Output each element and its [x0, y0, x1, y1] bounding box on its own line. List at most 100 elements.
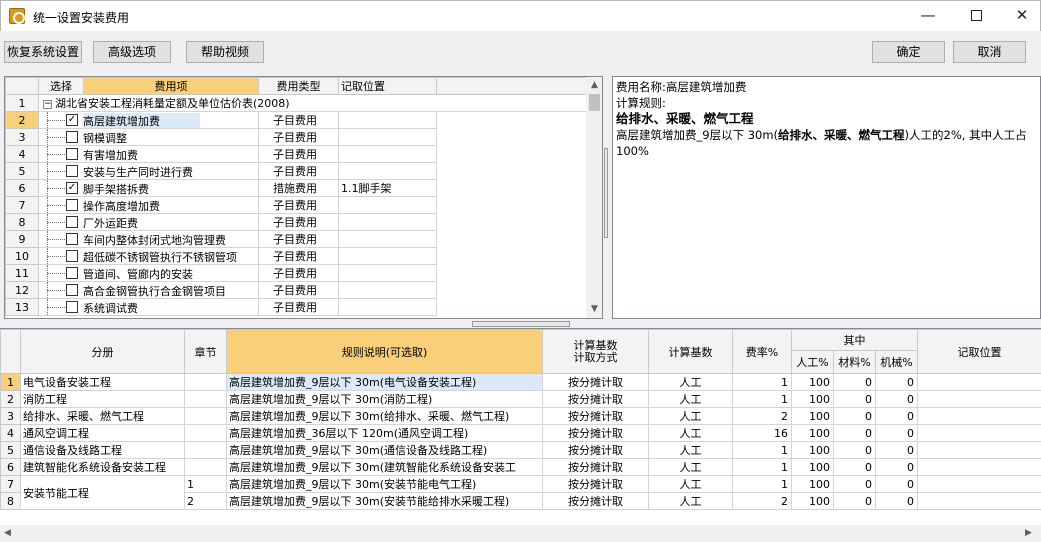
fee-type-cell[interactable]: 子目费用 — [258, 162, 339, 180]
rate-cell[interactable]: 2 — [732, 492, 792, 510]
category-cell[interactable]: 消防工程 — [20, 390, 185, 408]
fee-row[interactable]: 6 ✓ 脚手架搭拆费 措施费用 1.1脚手架 — [5, 179, 588, 197]
rate-cell[interactable]: 1 — [732, 373, 792, 391]
fee-row[interactable]: 9 车间内整体封闭式地沟管理费 子目费用 — [5, 230, 588, 248]
category-cell[interactable]: 通信设备及线路工程 — [20, 441, 185, 459]
rule-cell[interactable]: 高层建筑增加费_9层以下 30m(消防工程) — [226, 390, 543, 408]
fee-type-cell[interactable]: 子目费用 — [258, 247, 339, 265]
fee-position-cell[interactable] — [338, 281, 437, 299]
fee-item-cell[interactable]: 操作高度增加费 — [38, 196, 259, 214]
machine-cell[interactable]: 0 — [875, 475, 918, 493]
calc-method-cell[interactable]: 按分摊计取 — [542, 458, 649, 476]
tree-root-row[interactable]: 1 − 湖北省安装工程消耗量定额及单位估价表(2008) — [5, 94, 588, 112]
position-cell[interactable] — [917, 492, 1041, 510]
calc-method-cell[interactable]: 按分摊计取 — [542, 390, 649, 408]
scroll-right-icon[interactable]: ▶ — [1025, 525, 1037, 542]
calc-method-cell[interactable]: 按分摊计取 — [542, 407, 649, 425]
position-cell[interactable] — [917, 424, 1041, 442]
fee-position-cell[interactable] — [338, 213, 437, 231]
fee-type-cell[interactable]: 措施费用 — [258, 179, 339, 197]
fee-item-cell[interactable]: 钢模调整 — [38, 128, 259, 146]
fee-type-cell[interactable]: 子目费用 — [258, 230, 339, 248]
advanced-options-button[interactable]: 高级选项 — [93, 41, 171, 63]
chapter-cell[interactable] — [184, 458, 227, 476]
labor-cell[interactable]: 100 — [791, 475, 834, 493]
machine-cell[interactable]: 0 — [875, 492, 918, 510]
machine-cell[interactable]: 0 — [875, 458, 918, 476]
rate-cell[interactable]: 1 — [732, 390, 792, 408]
fee-checkbox[interactable] — [66, 131, 78, 143]
rate-cell[interactable]: 1 — [732, 458, 792, 476]
fee-position-cell[interactable] — [338, 196, 437, 214]
labor-cell[interactable]: 100 — [791, 458, 834, 476]
fee-position-cell[interactable] — [338, 111, 437, 129]
material-cell[interactable]: 0 — [833, 407, 876, 425]
machine-cell[interactable]: 0 — [875, 424, 918, 442]
rate-cell[interactable]: 2 — [732, 407, 792, 425]
fee-position-cell[interactable] — [338, 230, 437, 248]
fee-position-cell[interactable] — [338, 128, 437, 146]
rule-row[interactable]: 2 消防工程 高层建筑增加费_9层以下 30m(消防工程) 按分摊计取 人工 1 100 0 0 — [0, 390, 1041, 408]
fee-position-cell[interactable] — [338, 298, 437, 316]
position-cell[interactable] — [917, 458, 1041, 476]
fee-checkbox[interactable]: ✓ — [66, 114, 78, 126]
rule-cell[interactable]: 高层建筑增加费_9层以下 30m(给排水、采暖、燃气工程) — [226, 407, 543, 425]
collapse-icon[interactable]: − — [43, 99, 52, 109]
labor-cell[interactable]: 100 — [791, 441, 834, 459]
chapter-cell[interactable] — [184, 373, 227, 391]
scroll-left-icon[interactable]: ◀ — [4, 525, 16, 542]
fee-item-cell[interactable]: 安装与生产同时进行费 — [38, 162, 259, 180]
fee-item-cell[interactable]: 系统调试费 — [38, 298, 259, 316]
chapter-cell[interactable] — [184, 441, 227, 459]
material-cell[interactable]: 0 — [833, 390, 876, 408]
fee-row[interactable]: 13 系统调试费 子目费用 — [5, 298, 588, 316]
scroll-up-icon[interactable]: ▲ — [586, 77, 602, 94]
scroll-thumb[interactable] — [589, 94, 600, 111]
calc-base-cell[interactable]: 人工 — [648, 424, 733, 442]
maximize-button[interactable] — [953, 1, 999, 32]
fee-row[interactable]: 7 操作高度增加费 子目费用 — [5, 196, 588, 214]
fee-row[interactable]: 5 安装与生产同时进行费 子目费用 — [5, 162, 588, 180]
rule-cell[interactable]: 高层建筑增加费_9层以下 30m(通信设备及线路工程) — [226, 441, 543, 459]
help-video-button[interactable]: 帮助视频 — [186, 41, 264, 63]
rate-cell[interactable]: 1 — [732, 441, 792, 459]
restore-settings-button[interactable]: 恢复系统设置 — [4, 41, 82, 63]
machine-cell[interactable]: 0 — [875, 373, 918, 391]
fee-item-cell[interactable]: ✓ 高层建筑增加费 — [38, 111, 259, 129]
fee-position-cell[interactable] — [338, 145, 437, 163]
material-cell[interactable]: 0 — [833, 492, 876, 510]
splitter-handle[interactable] — [472, 321, 570, 327]
fee-item-cell[interactable]: 厂外运距费 — [38, 213, 259, 231]
fee-row[interactable]: 8 厂外运距费 子目费用 — [5, 213, 588, 231]
fee-type-cell[interactable]: 子目费用 — [258, 264, 339, 282]
fee-position-cell[interactable] — [338, 264, 437, 282]
rate-cell[interactable]: 16 — [732, 424, 792, 442]
position-cell[interactable] — [917, 390, 1041, 408]
fee-item-cell[interactable]: 有害增加费 — [38, 145, 259, 163]
fee-row[interactable]: 4 有害增加费 子目费用 — [5, 145, 588, 163]
category-cell[interactable]: 通风空调工程 — [20, 424, 185, 442]
fee-type-cell[interactable]: 子目费用 — [258, 298, 339, 316]
rule-cell[interactable]: 高层建筑增加费_36层以下 120m(通风空调工程) — [226, 424, 543, 442]
chapter-cell[interactable]: 1 — [184, 475, 227, 493]
position-cell[interactable] — [917, 373, 1041, 391]
fee-row[interactable]: 10 超低碳不锈钢管执行不锈钢管项 子目费用 — [5, 247, 588, 265]
rule-row[interactable]: 6 建筑智能化系统设备安装工程 高层建筑增加费_9层以下 30m(建筑智能化系统设备… — [0, 458, 1041, 476]
calc-method-cell[interactable]: 按分摊计取 — [542, 424, 649, 442]
fee-row[interactable]: 3 钢模调整 子目费用 — [5, 128, 588, 146]
machine-cell[interactable]: 0 — [875, 407, 918, 425]
machine-cell[interactable]: 0 — [875, 441, 918, 459]
fee-type-cell[interactable]: 子目费用 — [258, 281, 339, 299]
calc-method-cell[interactable]: 按分摊计取 — [542, 441, 649, 459]
fee-type-cell[interactable]: 子目费用 — [258, 196, 339, 214]
labor-cell[interactable]: 100 — [791, 407, 834, 425]
position-cell[interactable] — [917, 441, 1041, 459]
rule-row[interactable]: 1 电气设备安装工程 高层建筑增加费_9层以下 30m(电气设备安装工程) 按分摊计取… — [0, 373, 1041, 391]
rule-cell[interactable]: 高层建筑增加费_9层以下 30m(安装节能电气工程) — [226, 475, 543, 493]
calc-method-cell[interactable]: 按分摊计取 — [542, 475, 649, 493]
rate-cell[interactable]: 1 — [732, 475, 792, 493]
fee-checkbox[interactable] — [66, 216, 78, 228]
fee-table-vscroll[interactable]: ▲ ▼ — [586, 77, 602, 318]
calc-base-cell[interactable]: 人工 — [648, 458, 733, 476]
rule-cell[interactable]: 高层建筑增加费_9层以下 30m(安装节能给排水采暖工程) — [226, 492, 543, 510]
